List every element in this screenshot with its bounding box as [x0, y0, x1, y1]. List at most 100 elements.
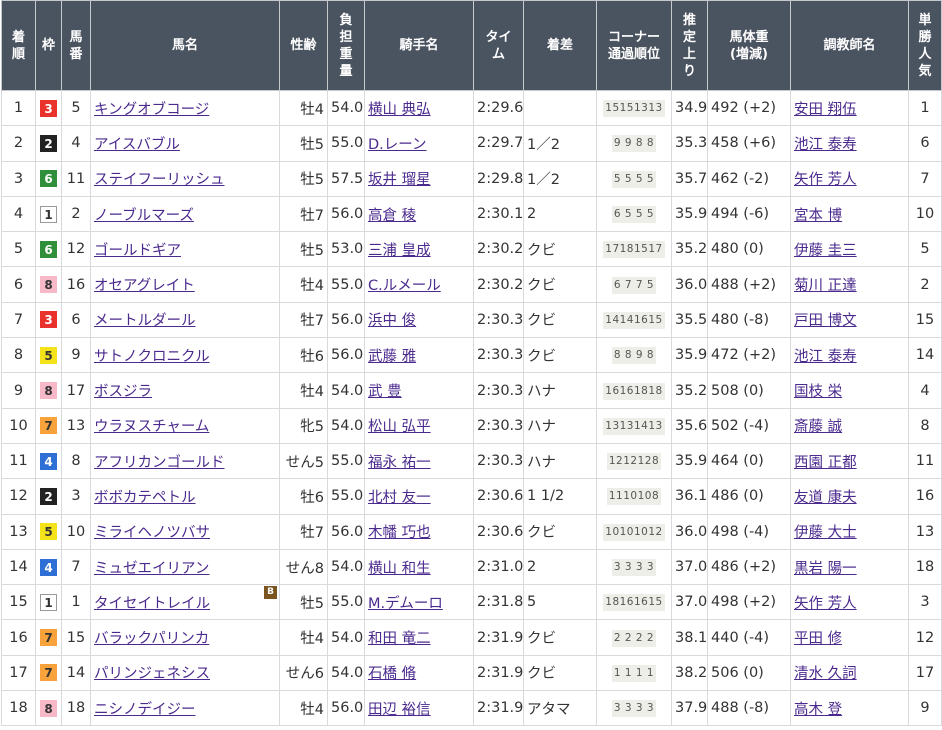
waku-cell: 5 — [35, 337, 62, 374]
header-horse[interactable]: 馬名 — [90, 0, 280, 91]
trainer-link[interactable]: 国枝 栄 — [794, 384, 842, 400]
jockey-link[interactable]: 三浦 皇成 — [368, 243, 431, 259]
jockey-link[interactable]: 高倉 稜 — [368, 208, 416, 224]
header-sexage[interactable]: 性齢 — [279, 0, 328, 91]
header-time[interactable]: タイム — [473, 0, 524, 91]
header-bodyweight[interactable]: 馬体重 (増減) — [707, 0, 791, 91]
horse-name-link[interactable]: ゴールドギア — [94, 243, 181, 259]
corner-cell: 9 9 8 8 — [596, 125, 672, 162]
horse-name-link[interactable]: ウラヌスチャーム — [94, 419, 209, 435]
jockey-link[interactable]: 武藤 雅 — [368, 349, 416, 365]
horse-cell: オセアグレイト — [90, 266, 280, 303]
time-cell: 2:29.6 — [473, 89, 524, 127]
waku-badge: 3 — [40, 99, 57, 117]
horse-name-link[interactable]: ボスジラ — [94, 384, 152, 400]
jockey-link[interactable]: 松山 弘平 — [368, 419, 431, 435]
popularity-cell: 12 — [908, 619, 942, 656]
horse-name-link[interactable]: キングオブコージ — [94, 102, 209, 118]
header-pop[interactable]: 単勝人気 — [908, 0, 942, 91]
jockey-link[interactable]: 和田 竜二 — [368, 631, 431, 647]
jockey-link[interactable]: 石橋 脩 — [368, 666, 416, 682]
margin-cell: クビ — [523, 337, 597, 374]
jockey-link[interactable]: 横山 典弘 — [368, 102, 431, 118]
jockey-link[interactable]: 坂井 瑠星 — [368, 172, 431, 188]
horse-name-link[interactable]: サトノクロニクル — [94, 349, 210, 365]
horse-name-link[interactable]: ミュゼエイリアン — [94, 561, 209, 577]
trainer-link[interactable]: 安田 翔伍 — [794, 102, 857, 118]
trainer-link[interactable]: 戸田 博文 — [794, 313, 857, 329]
header-rank[interactable]: 着順 — [1, 0, 36, 91]
jockey-link[interactable]: 北村 友一 — [368, 490, 431, 506]
bodyweight-cell: 498 (+2) — [707, 584, 791, 621]
trainer-link[interactable]: 伊藤 圭三 — [794, 243, 857, 259]
horse-name-link[interactable]: タイセイトレイル — [94, 596, 210, 612]
table-row: 5 6 12 ゴールドギア 牡5 53.0 三浦 皇成 2:30.2 クビ 17181517 35.… — [1, 231, 942, 268]
bodyweight-cell: 486 (+2) — [707, 548, 791, 586]
table-row: 4 1 2 ノーブルマーズ 牡7 56.0 高倉 稜 2:30.1 2 6 5 5 5 35.9 49… — [1, 195, 942, 233]
trainer-link[interactable]: 西園 正都 — [794, 455, 857, 471]
trainer-link[interactable]: 矢作 芳人 — [794, 172, 857, 188]
rank-cell: 16 — [1, 619, 36, 656]
jockey-link[interactable]: D.レーン — [368, 137, 427, 153]
jockey-link[interactable]: 横山 和生 — [368, 561, 431, 577]
trainer-cell: 安田 翔伍 — [790, 89, 909, 127]
trainer-link[interactable]: 矢作 芳人 — [794, 596, 857, 612]
header-margin[interactable]: 着差 — [523, 0, 597, 91]
trainer-link[interactable]: 池江 泰寿 — [794, 137, 857, 153]
rank-cell: 14 — [1, 548, 36, 586]
waku-badge: 7 — [40, 664, 57, 682]
horse-name-link[interactable]: ボボカテペトル — [94, 490, 196, 506]
header-corner[interactable]: コーナー 通過順位 — [596, 0, 672, 91]
header-trainer[interactable]: 調教師名 — [790, 0, 909, 91]
header-umaban[interactable]: 馬番 — [61, 0, 91, 91]
jockey-link[interactable]: 木幡 巧也 — [368, 525, 431, 541]
horse-name-link[interactable]: アフリカンゴールド — [94, 455, 225, 471]
rank-cell: 2 — [1, 125, 36, 162]
jockey-cell: 高倉 稜 — [364, 195, 474, 233]
trainer-link[interactable]: 伊藤 大士 — [794, 525, 857, 541]
jockey-link[interactable]: 浜中 俊 — [368, 313, 416, 329]
horse-name-link[interactable]: アイスバブル — [94, 137, 180, 153]
trainer-link[interactable]: 清水 久詞 — [794, 666, 857, 682]
horse-name-link[interactable]: メートルダール — [94, 313, 196, 329]
trainer-link[interactable]: 友道 康夫 — [794, 490, 857, 506]
header-weight[interactable]: 負担重量 — [327, 0, 365, 91]
jockey-link[interactable]: 武 豊 — [368, 384, 402, 400]
jockey-link[interactable]: C.ルメール — [368, 278, 441, 294]
trainer-link[interactable]: 黒岩 陽一 — [794, 561, 857, 577]
header-waku[interactable]: 枠 — [35, 0, 62, 91]
sexage-cell: 牡7 — [279, 195, 328, 233]
jockey-link[interactable]: 田辺 裕信 — [368, 702, 431, 718]
waku-badge: 2 — [40, 487, 57, 505]
waku-cell: 7 — [35, 407, 62, 444]
jockey-link[interactable]: M.デムーロ — [368, 596, 443, 612]
sexage-cell: 牡5 — [279, 125, 328, 162]
horse-cell: ステイフーリッシュ — [90, 160, 280, 197]
header-last3f[interactable]: 推定上り — [671, 0, 708, 91]
horse-name-link[interactable]: ミライヘノツバサ — [94, 525, 210, 541]
trainer-link[interactable]: 菊川 正達 — [794, 278, 857, 294]
trainer-link[interactable]: 平田 修 — [794, 631, 842, 647]
horse-name-link[interactable]: パリンジェネシス — [94, 666, 210, 682]
horse-name-link[interactable]: ノーブルマーズ — [94, 208, 194, 224]
sexage-cell: 牡4 — [279, 619, 328, 656]
horse-name-link[interactable]: バラックパリンカ — [94, 631, 209, 647]
rank-cell: 6 — [1, 266, 36, 303]
waku-cell: 1 — [35, 584, 62, 621]
horse-name-link[interactable]: オセアグレイト — [94, 278, 195, 294]
horse-name-link[interactable]: ステイフーリッシュ — [94, 172, 225, 188]
sexage-cell: 牝5 — [279, 407, 328, 444]
trainer-link[interactable]: 宮本 博 — [794, 208, 842, 224]
trainer-link[interactable]: 池江 泰寿 — [794, 349, 857, 365]
waku-cell: 3 — [35, 89, 62, 127]
last3f-cell: 34.9 — [671, 89, 708, 127]
popularity-cell: 15 — [908, 301, 942, 339]
margin-cell: クビ — [523, 619, 597, 656]
horse-name-link[interactable]: ニシノデイジー — [94, 702, 196, 718]
rank-cell: 13 — [1, 513, 36, 550]
jockey-link[interactable]: 福永 祐一 — [368, 455, 431, 471]
trainer-link[interactable]: 高木 登 — [794, 702, 842, 718]
time-cell: 2:30.3 — [473, 372, 524, 409]
trainer-link[interactable]: 斎藤 誠 — [794, 419, 842, 435]
header-jockey[interactable]: 騎手名 — [364, 0, 474, 91]
